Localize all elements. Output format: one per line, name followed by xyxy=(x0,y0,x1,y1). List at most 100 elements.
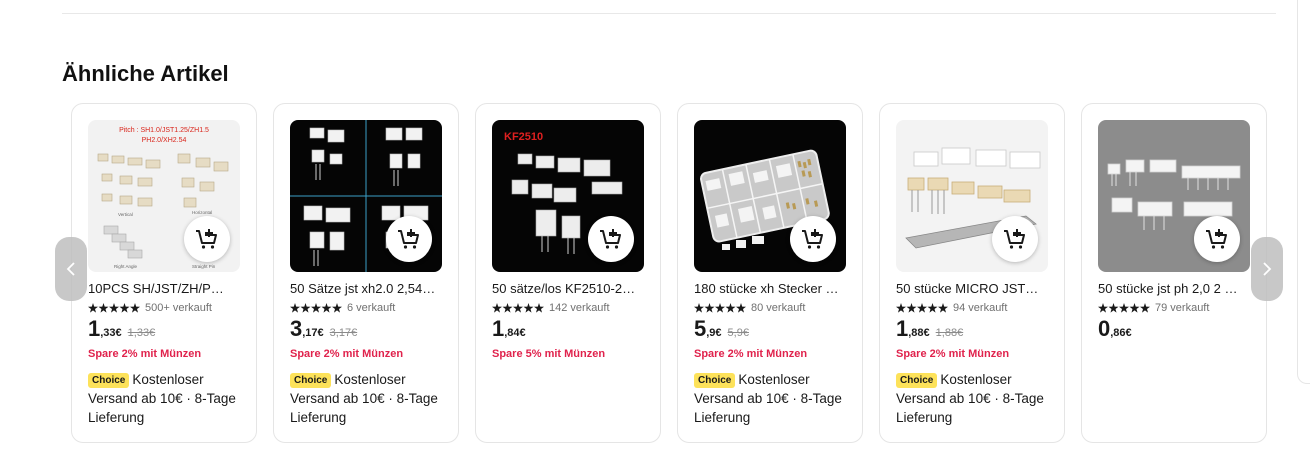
original-price: 1,88€ xyxy=(935,327,964,339)
price-decimal: ,84€ xyxy=(504,327,526,339)
cart-add-icon xyxy=(196,229,217,249)
product-card[interactable]: 180 stücke xh Stecker … 80 verkauft 5 ,9… xyxy=(677,103,863,443)
stars-icon xyxy=(896,303,948,313)
shipping-info: Choice Kostenloser Versand ab 10€ · 8-Tag… xyxy=(88,370,246,427)
product-card[interactable]: 50 Sätze jst xh2.0 2,54… 6 verkauft 3 ,1… xyxy=(273,103,459,443)
price-decimal: ,88€ xyxy=(908,327,930,339)
product-title[interactable]: 50 stücke MICRO JST… xyxy=(896,280,1052,298)
product-image[interactable]: KF2510 xyxy=(492,120,644,272)
price-decimal: ,86€ xyxy=(1110,327,1132,339)
product-title[interactable]: 50 sätze/los KF2510-2… xyxy=(492,280,648,298)
rating-row: 94 verkauft xyxy=(896,301,1007,315)
image-label: Pitch : SH1.0/JST1.25/ZH1.5 xyxy=(119,127,209,134)
stars-icon xyxy=(290,303,342,313)
stars-icon xyxy=(88,303,140,313)
image-label: PH2.0/XH2.54 xyxy=(142,137,187,144)
add-to-cart-button[interactable] xyxy=(184,216,230,262)
product-title[interactable]: 50 stücke jst ph 2,0 2 … xyxy=(1098,280,1254,298)
cart-add-icon xyxy=(1004,229,1025,249)
sold-count: 500+ verkauft xyxy=(145,302,212,314)
add-to-cart-button[interactable] xyxy=(992,216,1038,262)
sold-count: 6 verkauft xyxy=(347,302,396,314)
stars-icon xyxy=(1098,303,1150,313)
image-label: Horizontal xyxy=(192,210,212,215)
sold-count: 80 verkauft xyxy=(751,302,806,314)
cart-add-icon xyxy=(1206,229,1227,249)
product-card[interactable]: 50 stücke jst ph 2,0 2 … 79 verkauft 0 ,… xyxy=(1081,103,1267,443)
similar-items-section: Ähnliche Artikel Pitch : SH1.0/JST1.25/Z… xyxy=(0,0,1310,464)
add-to-cart-button[interactable] xyxy=(386,216,432,262)
product-card[interactable]: 50 stücke MICRO JST… 94 verkauft 1 ,88€ … xyxy=(879,103,1065,443)
shipping-info: Choice Kostenloser Versand ab 10€ · 8-Tag… xyxy=(896,370,1054,427)
add-to-cart-button[interactable] xyxy=(1194,216,1240,262)
price: 1 ,84€ xyxy=(492,316,526,346)
price: 0 ,86€ xyxy=(1098,316,1132,346)
price-integer: 1 xyxy=(896,316,909,341)
price: 1 ,33€ 1,33€ xyxy=(88,316,155,346)
choice-badge: Choice xyxy=(88,373,130,388)
price-integer: 5 xyxy=(694,316,707,341)
product-image[interactable] xyxy=(290,120,442,272)
choice-badge: Choice xyxy=(290,373,332,388)
price-integer: 1 xyxy=(492,316,505,341)
product-image[interactable] xyxy=(896,120,1048,272)
section-title: Ähnliche Artikel xyxy=(62,61,229,86)
image-label: Straight Pin xyxy=(192,264,216,269)
divider xyxy=(62,13,1276,14)
star-rating xyxy=(896,303,948,313)
product-image[interactable] xyxy=(1098,120,1250,272)
product-card[interactable]: KF2510 50 sätze/los KF2510-2… 142 verkau… xyxy=(475,103,661,443)
add-to-cart-button[interactable] xyxy=(790,216,836,262)
original-price: 5,9€ xyxy=(727,327,749,339)
sold-count: 94 verkauft xyxy=(953,302,1008,314)
image-label: Right Angle xyxy=(114,264,138,269)
sold-count: 79 verkauft xyxy=(1155,302,1210,314)
rating-row: 79 verkauft xyxy=(1098,301,1209,315)
rating-row: 142 verkauft xyxy=(492,301,610,315)
add-to-cart-button[interactable] xyxy=(588,216,634,262)
star-rating xyxy=(88,303,140,313)
rating-row: 500+ verkauft xyxy=(88,301,212,315)
product-title[interactable]: 10PCS SH/JST/ZH/P… xyxy=(88,280,244,298)
image-label: Vertical xyxy=(118,212,133,217)
product-title[interactable]: 180 stücke xh Stecker … xyxy=(694,280,850,298)
sold-count: 142 verkauft xyxy=(549,302,610,314)
choice-badge: Choice xyxy=(896,373,938,388)
price-decimal: ,17€ xyxy=(302,327,324,339)
price: 5 ,9€ 5,9€ xyxy=(694,316,749,346)
star-rating xyxy=(1098,303,1150,313)
price-decimal: ,33€ xyxy=(100,327,122,339)
shipping-info: Choice Kostenloser Versand ab 10€ · 8-Tag… xyxy=(290,370,448,427)
rating-row: 80 verkauft xyxy=(694,301,805,315)
stars-icon xyxy=(492,303,544,313)
image-label: KF2510 xyxy=(504,131,543,143)
cart-add-icon xyxy=(802,229,823,249)
price-integer: 0 xyxy=(1098,316,1111,341)
price: 1 ,88€ 1,88€ xyxy=(896,316,963,346)
coin-discount: Spare 2% mit Münzen xyxy=(290,348,404,360)
coin-discount: Spare 2% mit Münzen xyxy=(88,348,202,360)
coin-discount: Spare 2% mit Münzen xyxy=(896,348,1010,360)
price: 3 ,17€ 3,17€ xyxy=(290,316,357,346)
star-rating xyxy=(290,303,342,313)
price-decimal: ,9€ xyxy=(706,327,722,339)
original-price: 1,33€ xyxy=(127,327,156,339)
original-price: 3,17€ xyxy=(329,327,358,339)
choice-badge: Choice xyxy=(694,373,736,388)
coin-discount: Spare 2% mit Münzen xyxy=(694,348,808,360)
carousel-next-button[interactable] xyxy=(1251,237,1283,301)
chevron-left-icon xyxy=(66,262,75,276)
product-image[interactable]: Pitch : SH1.0/JST1.25/ZH1.5 PH2.0/XH2.54… xyxy=(88,120,240,272)
product-card[interactable]: Pitch : SH1.0/JST1.25/ZH1.5 PH2.0/XH2.54… xyxy=(71,103,257,443)
coin-discount: Spare 5% mit Münzen xyxy=(492,348,606,360)
cart-add-icon xyxy=(398,229,419,249)
stars-icon xyxy=(694,303,746,313)
chevron-right-icon xyxy=(1263,262,1272,276)
price-integer: 3 xyxy=(290,316,303,341)
product-image[interactable] xyxy=(694,120,846,272)
cart-add-icon xyxy=(600,229,621,249)
rating-row: 6 verkauft xyxy=(290,301,395,315)
carousel-prev-button[interactable] xyxy=(55,237,87,301)
star-rating xyxy=(492,303,544,313)
product-title[interactable]: 50 Sätze jst xh2.0 2,54… xyxy=(290,280,446,298)
